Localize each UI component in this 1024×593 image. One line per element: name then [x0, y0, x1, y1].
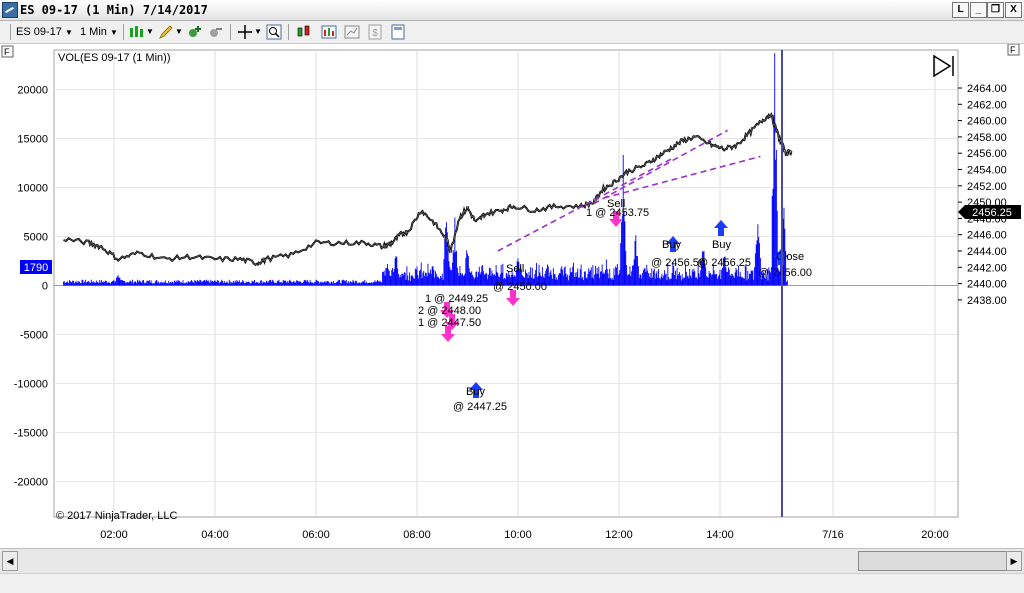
toolbar-separator — [288, 24, 289, 40]
trade-detail: 1 @ 2447.50 — [418, 317, 481, 329]
strategy-icon[interactable] — [344, 24, 360, 40]
left-axis-tick-label: 10000 — [17, 183, 48, 195]
left-axis-tick-label: 0 — [42, 281, 48, 293]
trade-detail: @ 2447.25 — [453, 401, 507, 413]
right-axis-tick-label: 2444.00 — [967, 246, 1007, 258]
trade-detail: @ 2456.25 — [697, 257, 751, 269]
link-button[interactable]: L — [952, 2, 969, 18]
x-tick-label: 06:00 — [302, 529, 330, 541]
x-tick-label: 14:00 — [706, 529, 734, 541]
left-axis-tick-label: -15000 — [14, 428, 48, 440]
right-panel-f-label: F — [1010, 45, 1016, 55]
remove-indicator-icon[interactable] — [208, 24, 224, 40]
restore-button[interactable]: ❐ — [987, 2, 1004, 18]
window-title: ES 09-17 (1 Min) 7/14/2017 — [20, 3, 208, 17]
toolbar-separator — [123, 24, 124, 40]
left-axis-tick-label: 20000 — [17, 85, 48, 97]
trade-label: Buy — [662, 239, 681, 251]
right-axis-tick-label: 2462.00 — [967, 99, 1007, 111]
x-tick-label: 10:00 — [504, 529, 532, 541]
price-value-text: 2456.25 — [972, 207, 1012, 219]
dollar-icon[interactable]: $ — [367, 24, 383, 40]
x-tick-label: 02:00 — [100, 529, 128, 541]
instrument-selector[interactable]: ES 09-17 ▼ — [16, 24, 73, 40]
interval-selector[interactable]: 1 Min ▼ — [80, 24, 118, 40]
interval-label: 1 Min — [80, 26, 107, 38]
data-box-icon[interactable] — [390, 24, 406, 40]
trade-label: Sell — [506, 263, 524, 275]
svg-text:$: $ — [372, 28, 378, 39]
right-axis-tick-label: 2446.00 — [967, 230, 1007, 242]
scroll-right-button[interactable]: ▶ — [1006, 551, 1022, 571]
left-axis-tick-label: -5000 — [20, 330, 48, 342]
minimize-button[interactable]: _ — [970, 2, 987, 18]
window-titlebar: ES 09-17 (1 Min) 7/14/2017 L _ ❐ X — [0, 0, 1024, 21]
right-axis-tick-label: 2458.00 — [967, 132, 1007, 144]
chart-panel[interactable]: 02:00 04:00 06:00 08:00 10:00 12:00 14:00 7/16 2… — [0, 43, 1024, 548]
chevron-down-icon: ▼ — [64, 28, 73, 37]
candlestick-icon[interactable] — [296, 24, 312, 40]
crosshair-icon[interactable] — [237, 24, 253, 40]
trade-detail: 1 @ 2449.25 — [425, 293, 488, 305]
indicator-label: VOL(ES 09-17 (1 Min)) — [58, 52, 170, 64]
zoom-icon[interactable] — [266, 24, 282, 40]
trade-label: Buy — [466, 386, 485, 398]
status-strip — [0, 573, 1024, 593]
left-axis-tick-label: -20000 — [14, 477, 48, 489]
left-axis-tick-label: 15000 — [17, 134, 48, 146]
x-tick-label: 20:00 — [921, 529, 949, 541]
chevron-down-icon[interactable]: ▼ — [146, 24, 154, 40]
toolbar-separator — [230, 24, 231, 40]
chevron-down-icon[interactable]: ▼ — [175, 24, 183, 40]
add-indicator-icon[interactable] — [187, 24, 203, 40]
chart-toolbar: ES 09-17 ▼ 1 Min ▼ ▼ ▼ ▼ $ — [0, 21, 1024, 44]
right-axis-tick-label: 2440.00 — [967, 279, 1007, 291]
panel-f-label: F — [4, 47, 10, 57]
copyright-text: © 2017 NinjaTrader, LLC — [56, 510, 177, 522]
horizontal-scrollbar[interactable]: ◀ ▶ — [0, 548, 1024, 573]
x-tick-label: 08:00 — [403, 529, 431, 541]
chart-properties-icon[interactable] — [321, 24, 337, 40]
scroll-left-button[interactable]: ◀ — [2, 551, 18, 571]
right-axis-tick-label: 2456.00 — [967, 148, 1007, 160]
trade-label: Close — [776, 251, 804, 263]
right-axis-tick-label: 2454.00 — [967, 165, 1007, 177]
trade-detail: @ 2456.00 — [758, 267, 812, 279]
price-volume-chart[interactable]: 02:00 04:00 06:00 08:00 10:00 12:00 14:00 7/16 2… — [0, 43, 1024, 548]
drawing-pencil-icon[interactable] — [158, 24, 174, 40]
right-axis-tick-label: 2460.00 — [967, 116, 1007, 128]
left-axis-tick-label: -10000 — [14, 379, 48, 391]
trade-detail: @ 2450.00 — [493, 281, 547, 293]
bar-style-icon[interactable] — [129, 24, 145, 40]
x-tick-label: 7/16 — [822, 529, 843, 541]
x-tick-label: 04:00 — [201, 529, 229, 541]
instrument-label: ES 09-17 — [16, 26, 62, 38]
scroll-thumb[interactable] — [858, 551, 1010, 571]
trade-label: Buy — [712, 239, 731, 251]
right-axis-tick-label: 2464.00 — [967, 83, 1007, 95]
right-axis-tick-label: 2442.00 — [967, 262, 1007, 274]
trade-detail: 2 @ 2448.00 — [418, 305, 481, 317]
volume-value-text: 1790 — [24, 262, 48, 274]
left-axis-tick-label: 5000 — [24, 232, 48, 244]
x-tick-label: 12:00 — [605, 529, 633, 541]
right-axis-tick-label: 2452.00 — [967, 181, 1007, 193]
chevron-down-icon[interactable]: ▼ — [254, 24, 262, 40]
chevron-down-icon: ▼ — [109, 28, 118, 37]
chart-app-icon — [2, 2, 18, 18]
close-button[interactable]: X — [1005, 2, 1022, 18]
right-axis-tick-label: 2438.00 — [967, 295, 1007, 307]
toolbar-grip — [10, 24, 11, 40]
trade-detail: 1 @ 2453.75 — [586, 207, 649, 219]
